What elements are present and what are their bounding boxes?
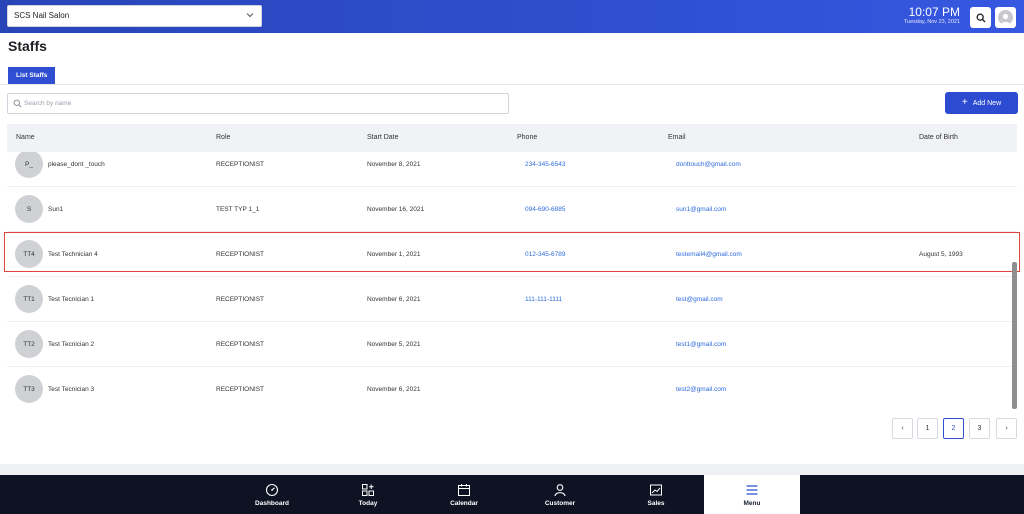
staff-name: Test Tecnician 2 bbox=[48, 341, 95, 348]
chart-icon bbox=[650, 484, 662, 495]
staff-role: RECEPTIONIST bbox=[216, 386, 265, 393]
table-row[interactable]: TT2 Test Tecnician 2 RECEPTIONIST Novemb… bbox=[7, 322, 1017, 367]
chevron-down-icon bbox=[246, 13, 254, 18]
user-icon bbox=[1000, 13, 1011, 25]
table-row[interactable]: TT3 Test Tecnician 3 RECEPTIONIST Novemb… bbox=[7, 367, 1017, 410]
gauge-icon bbox=[265, 483, 279, 496]
clock-time: 10:07 PM bbox=[908, 5, 960, 19]
staff-email[interactable]: test2@gmail.com bbox=[676, 367, 726, 410]
staff-email[interactable]: sun1@gmail.com bbox=[676, 187, 726, 232]
staff-start-date: November 6, 2021 bbox=[367, 296, 421, 303]
nav-menu[interactable]: Menu bbox=[704, 475, 800, 514]
staff-phone[interactable]: 094-690-6885 bbox=[525, 187, 565, 232]
staff-phone[interactable]: 234-345-6543 bbox=[525, 152, 565, 187]
grid-plus-icon bbox=[362, 483, 374, 496]
search-icon bbox=[976, 13, 985, 22]
nav-label: Menu bbox=[743, 499, 761, 507]
search-input[interactable] bbox=[24, 94, 494, 113]
staff-avatar: TT2 bbox=[15, 330, 43, 358]
pagination-next[interactable]: › bbox=[996, 418, 1017, 439]
search-button[interactable] bbox=[970, 7, 991, 28]
nav-label: Sales bbox=[647, 499, 665, 507]
column-header-email[interactable]: Email bbox=[668, 134, 686, 141]
staff-avatar: TT3 bbox=[15, 375, 43, 403]
search-icon bbox=[13, 99, 22, 108]
store-select-value: SCS Nail Salon bbox=[14, 11, 70, 20]
nav-customer[interactable]: Customer bbox=[512, 475, 608, 514]
pagination-page-1[interactable]: 1 bbox=[917, 418, 938, 439]
nav-label: Calendar bbox=[450, 499, 478, 507]
calendar-icon bbox=[458, 483, 470, 496]
column-header-phone[interactable]: Phone bbox=[517, 134, 537, 141]
table-scrollbar[interactable] bbox=[1012, 262, 1017, 409]
page-title: Staffs bbox=[8, 38, 47, 54]
table-header: Name Role Start Date Phone Email Date of… bbox=[7, 124, 1017, 152]
nav-today[interactable]: Today bbox=[320, 475, 416, 514]
staff-avatar: S bbox=[15, 195, 43, 223]
clock-date: Tuesday, Nov 23, 2021 bbox=[903, 19, 960, 25]
staff-role: TEST TYP 1_1 bbox=[216, 206, 260, 213]
profile-button[interactable] bbox=[995, 7, 1016, 28]
staff-role: RECEPTIONIST bbox=[216, 161, 265, 168]
add-new-button[interactable]: + Add New bbox=[945, 92, 1018, 114]
staff-role: RECEPTIONIST bbox=[216, 296, 265, 303]
staff-email[interactable]: donttouch@gmail.com bbox=[676, 152, 741, 187]
staff-avatar: P_ bbox=[15, 152, 43, 178]
footer-strip bbox=[0, 464, 1024, 475]
pagination-page-3[interactable]: 3 bbox=[969, 418, 990, 439]
staff-name: please_dont _touch bbox=[48, 161, 105, 168]
top-bar: SCS Nail Salon 10:07 PM Tuesday, Nov 23,… bbox=[0, 0, 1024, 33]
staff-avatar: TT1 bbox=[15, 285, 43, 313]
hamburger-icon bbox=[746, 484, 758, 495]
search-field[interactable] bbox=[7, 93, 509, 114]
tab-divider bbox=[0, 84, 1024, 85]
staff-name: Test Tecnician 1 bbox=[48, 296, 95, 303]
nav-dashboard[interactable]: Dashboard bbox=[224, 475, 320, 514]
staff-email[interactable]: test1@gmail.com bbox=[676, 322, 726, 367]
tab-list-staffs[interactable]: List Staffs bbox=[8, 67, 56, 84]
nav-label: Dashboard bbox=[255, 499, 289, 507]
nav-label: Today bbox=[358, 499, 378, 507]
table-row[interactable]: TT1 Test Tecnician 1 RECEPTIONIST Novemb… bbox=[7, 277, 1017, 322]
nav-label: Customer bbox=[544, 499, 576, 507]
add-new-label: Add New bbox=[972, 99, 1002, 107]
staff-role: RECEPTIONIST bbox=[216, 341, 265, 348]
column-header-start-date[interactable]: Start Date bbox=[367, 134, 399, 141]
row-highlight-outline bbox=[4, 232, 1020, 272]
column-header-dob[interactable]: Date of Birth bbox=[919, 134, 958, 141]
person-icon bbox=[554, 483, 566, 496]
staff-name: Test Tecnician 3 bbox=[48, 386, 95, 393]
table-body: P_ please_dont _touch RECEPTIONIST Novem… bbox=[7, 152, 1017, 410]
staff-start-date: November 5, 2021 bbox=[367, 341, 421, 348]
staff-phone[interactable]: 111-111-1111 bbox=[525, 277, 562, 322]
staff-start-date: November 6, 2021 bbox=[367, 386, 421, 393]
staff-start-date: November 16, 2021 bbox=[367, 206, 425, 213]
clock: 10:07 PM Tuesday, Nov 23, 2021 bbox=[904, 6, 960, 26]
table-row[interactable]: P_ please_dont _touch RECEPTIONIST Novem… bbox=[7, 152, 1017, 187]
plus-icon: + bbox=[961, 97, 968, 108]
pagination-page-2[interactable]: 2 bbox=[943, 418, 964, 439]
nav-calendar[interactable]: Calendar bbox=[416, 475, 512, 514]
staff-name: Sun1 bbox=[48, 206, 64, 213]
column-header-name[interactable]: Name bbox=[16, 134, 35, 141]
bottom-nav: Dashboard Today Calendar Customer Sales bbox=[0, 475, 1024, 514]
nav-sales[interactable]: Sales bbox=[608, 475, 704, 514]
pagination-prev[interactable]: ‹ bbox=[892, 418, 913, 439]
store-select[interactable]: SCS Nail Salon bbox=[7, 5, 262, 27]
column-header-role[interactable]: Role bbox=[216, 134, 230, 141]
table-row[interactable]: S Sun1 TEST TYP 1_1 November 16, 2021 09… bbox=[7, 187, 1017, 232]
avatar bbox=[998, 10, 1013, 25]
staff-email[interactable]: test@gmail.com bbox=[676, 277, 723, 322]
staff-start-date: November 8, 2021 bbox=[367, 161, 421, 168]
